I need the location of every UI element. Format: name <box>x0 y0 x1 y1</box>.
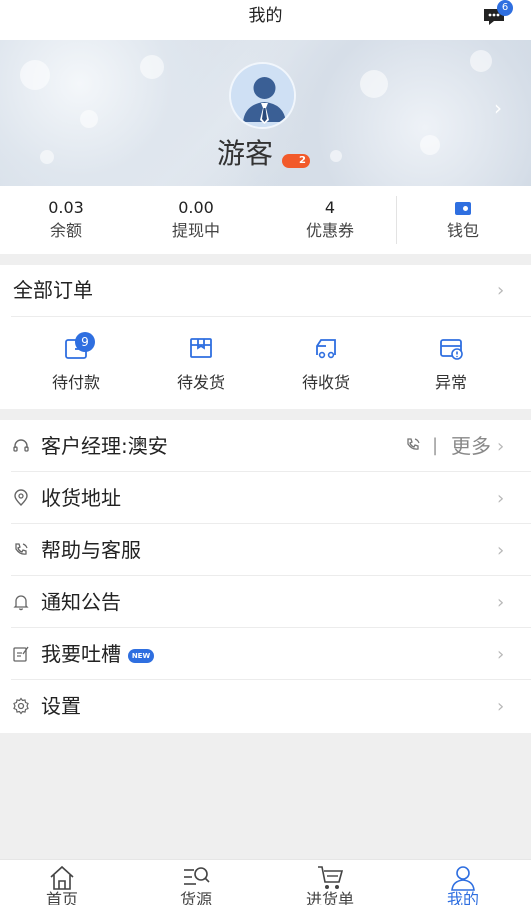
tab-sources-label: 货源 <box>179 890 212 905</box>
order-pending-shipment[interactable]: 待发货 <box>161 335 241 399</box>
divider: | <box>432 435 439 456</box>
profile-banner[interactable]: 游客 2 › <box>0 40 531 186</box>
menu-item-address[interactable]: 收货地址 › <box>0 472 531 524</box>
user-name: 游客 <box>217 137 274 170</box>
bokeh-decoration <box>40 150 54 164</box>
more-link[interactable]: 更多 <box>451 433 491 459</box>
search-list-icon <box>184 867 210 885</box>
address-label: 收货地址 <box>41 486 121 510</box>
bokeh-decoration <box>470 50 492 72</box>
tab-home-label: 首页 <box>45 890 78 905</box>
pending-payment-badge: 9 <box>75 332 95 352</box>
coupon-label: 优惠券 <box>305 221 354 240</box>
withdrawing-value: 0.00 <box>178 198 214 217</box>
phone-icon <box>15 543 28 555</box>
user-icon <box>451 866 475 891</box>
user-avatar-icon <box>231 64 294 127</box>
chevron-right-icon: › <box>497 644 505 665</box>
withdrawing-label: 提现中 <box>171 221 220 240</box>
bokeh-decoration <box>80 110 98 128</box>
message-count-badge: 6 <box>497 0 513 16</box>
chevron-right-icon: › <box>497 592 505 613</box>
wallet-stat[interactable]: 钱包 <box>397 186 529 254</box>
home-icon <box>50 865 74 890</box>
settings-menu: 客户经理:澳安 | 更多 › 收货地址 › 帮助与客服 › 通知公告 › 我要吐… <box>0 420 531 733</box>
tab-home[interactable]: 首页 <box>22 860 102 905</box>
settings-label: 设置 <box>41 694 81 718</box>
exception-label: 异常 <box>434 373 467 392</box>
tab-mine[interactable]: 我的 <box>423 860 503 905</box>
phone-icon[interactable] <box>404 436 422 454</box>
chevron-right-icon: › <box>497 696 505 717</box>
order-exception[interactable]: 异常 <box>411 335 491 399</box>
menu-item-notice[interactable]: 通知公告 › <box>0 576 531 628</box>
location-pin-icon <box>14 489 28 506</box>
delivery-truck-icon <box>316 339 336 359</box>
divider <box>11 316 531 317</box>
exception-box-icon <box>440 339 463 360</box>
chevron-right-icon: › <box>497 436 505 457</box>
all-orders-title[interactable]: 全部订单 <box>13 277 93 303</box>
bokeh-decoration <box>140 55 164 79</box>
chevron-right-icon: › <box>497 540 505 561</box>
new-badge: NEW <box>128 649 154 663</box>
bokeh-decoration <box>330 150 342 162</box>
balance-label: 余额 <box>49 221 82 240</box>
wallet-icon <box>455 202 471 215</box>
coupon-value: 4 <box>324 198 336 217</box>
chevron-right-icon: › <box>497 280 505 301</box>
top-bar: 我的 6 <box>0 0 531 40</box>
menu-item-feedback[interactable]: 我要吐槽 NEW › <box>0 628 531 680</box>
cart-icon <box>318 866 344 889</box>
balance-stat[interactable]: 0.03 余额 <box>0 186 132 254</box>
bokeh-decoration <box>360 70 388 98</box>
withdrawing-stat[interactable]: 0.00 提现中 <box>130 186 262 254</box>
gear-icon <box>13 697 29 715</box>
balance-value: 0.03 <box>48 198 84 217</box>
feedback-label: 我要吐槽 <box>41 642 121 666</box>
help-label: 帮助与客服 <box>41 538 141 562</box>
chevron-right-icon: › <box>497 488 505 509</box>
menu-item-settings[interactable]: 设置 › <box>0 680 531 732</box>
tab-mine-label: 我的 <box>446 890 479 905</box>
account-manager-label: 客户经理:澳安 <box>41 434 168 458</box>
tab-cart-label: 进货单 <box>305 890 354 905</box>
pending-payment-label: 待付款 <box>51 373 100 392</box>
notice-label: 通知公告 <box>41 590 121 614</box>
tab-cart[interactable]: 进货单 <box>290 860 370 905</box>
order-pending-receipt[interactable]: 待收货 <box>286 335 366 399</box>
avatar[interactable] <box>229 62 296 129</box>
menu-item-help[interactable]: 帮助与客服 › <box>0 524 531 576</box>
chevron-right-icon: › <box>494 96 502 120</box>
level-badge: 2 <box>282 154 310 168</box>
bell-icon <box>13 595 29 611</box>
bottom-tab-bar: 首页 货源 进货单 我的 <box>0 859 531 905</box>
account-stats: 0.03 余额 0.00 提现中 4 优惠券 钱包 <box>0 186 531 254</box>
pending-shipment-label: 待发货 <box>176 373 225 392</box>
coupon-stat[interactable]: 4 优惠券 <box>264 186 396 254</box>
page-title: 我的 <box>248 6 283 26</box>
level-value: 2 <box>299 155 306 166</box>
bokeh-decoration <box>420 135 440 155</box>
menu-item-account-manager[interactable]: 客户经理:澳安 | 更多 › <box>0 420 531 472</box>
wallet-label: 钱包 <box>446 221 479 240</box>
headset-icon <box>13 439 29 452</box>
edit-note-icon <box>13 646 29 662</box>
box-icon <box>190 338 212 358</box>
pending-receipt-label: 待收货 <box>301 373 350 392</box>
bokeh-decoration <box>20 60 50 90</box>
tab-sources[interactable]: 货源 <box>156 860 236 905</box>
